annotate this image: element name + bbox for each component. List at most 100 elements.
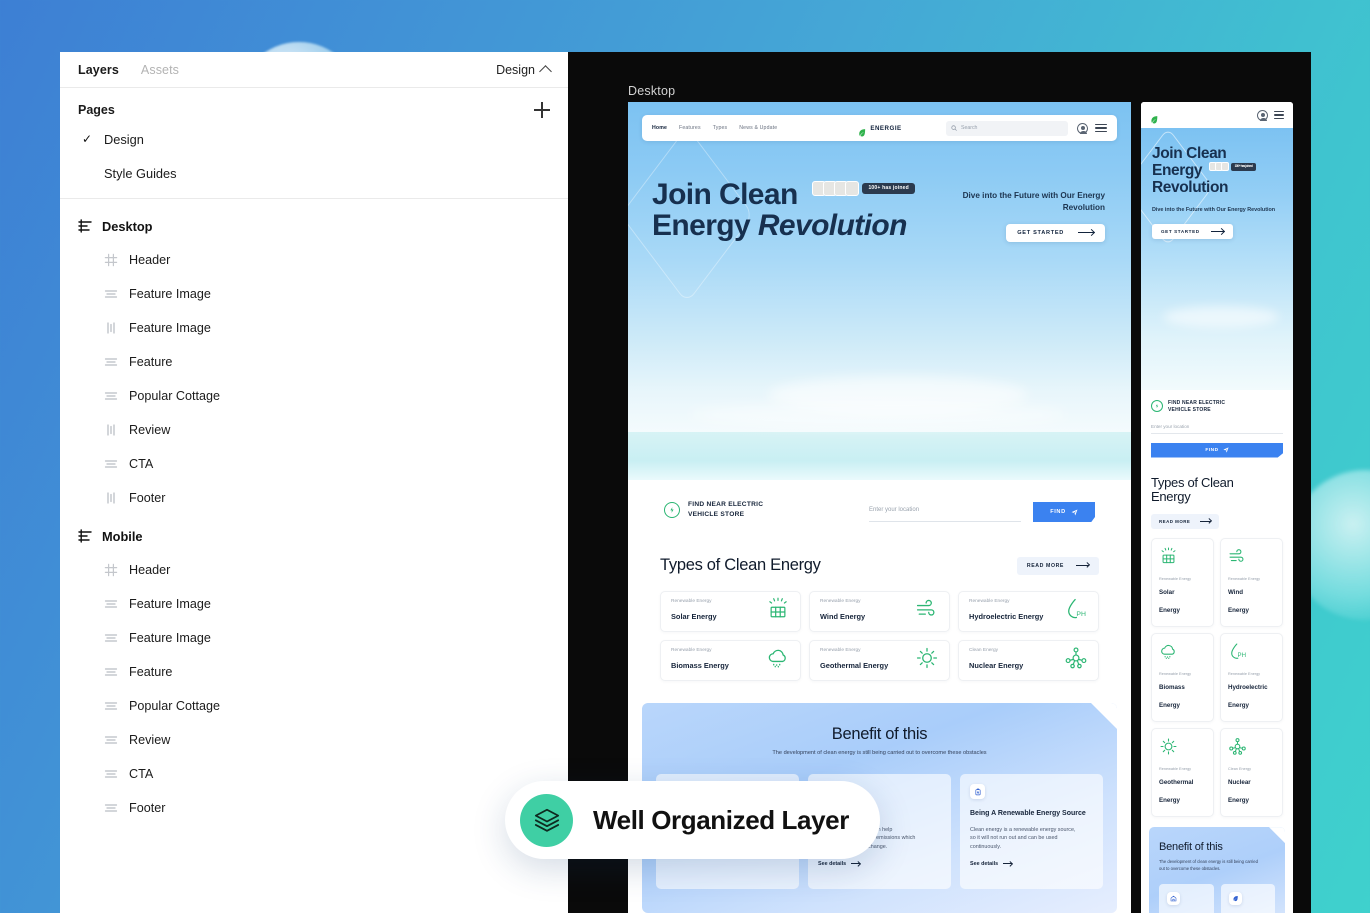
mobile-energy-card-biomass[interactable]: Renewable Energy Biomass Energy xyxy=(1151,633,1214,723)
hero-cloud-2 xyxy=(688,402,1068,428)
layer-item[interactable]: Popular Cottage xyxy=(78,379,550,413)
solar-panel-icon xyxy=(766,597,790,626)
paper-plane-icon xyxy=(1071,509,1078,515)
energy-card-nuclear[interactable]: Clean Energy Nuclear Energy xyxy=(958,640,1099,681)
find-button[interactable]: FIND xyxy=(1033,502,1095,522)
plus-icon[interactable] xyxy=(534,102,550,118)
layer-item[interactable]: Header xyxy=(78,553,550,587)
mobile-find-button[interactable]: FIND xyxy=(1151,442,1283,458)
card-kicker: Renewable Energy xyxy=(671,599,712,604)
layer-item[interactable]: Footer xyxy=(78,481,550,515)
hamburger-menu-icon[interactable] xyxy=(1095,122,1107,135)
energy-card-hydroelectric[interactable]: Renewable Energy Hydroelectric Energy PH xyxy=(958,591,1099,632)
hamburger-menu-icon[interactable] xyxy=(1274,109,1284,122)
page-item-design[interactable]: ✓ Design xyxy=(78,122,550,156)
benefit-heading: Benefit of this xyxy=(831,725,928,743)
layer-item[interactable]: Feature Image xyxy=(78,621,550,655)
find-store-section: FIND NEAR ELECTRIC VEHICLE STORE Enter y… xyxy=(628,480,1131,540)
layer-item[interactable]: Review xyxy=(78,723,550,757)
nav-link-news[interactable]: News & Update xyxy=(739,125,777,131)
mobile-find-section: FIND NEAR ELECTRIC VEHICLE STORE Enter y… xyxy=(1141,390,1293,470)
tab-assets[interactable]: Assets xyxy=(141,63,179,77)
location-input[interactable]: Enter your location xyxy=(869,498,1021,522)
layer-item[interactable]: Feature xyxy=(78,655,550,689)
benefit-card-3[interactable]: Being A Renewable Energy Source Clean en… xyxy=(960,774,1103,889)
mobile-benefit-card-1[interactable] xyxy=(1159,883,1214,913)
page-label: Style Guides xyxy=(104,165,177,181)
nav-link-types[interactable]: Types xyxy=(713,125,728,131)
layer-item[interactable]: Header xyxy=(78,243,550,277)
layer-label: Feature Image xyxy=(129,321,211,335)
mobile-energy-card-hydroelectric[interactable]: PH Renewable Energy Hydroelectric Energy xyxy=(1220,633,1283,723)
see-details-link[interactable]: See details xyxy=(818,861,941,867)
align-horizontal-icon xyxy=(104,457,118,471)
pages-section: Pages ✓ Design Style Guides xyxy=(60,88,568,199)
page-item-style-guides[interactable]: Style Guides xyxy=(78,156,550,190)
mobile-hero-section: Join Clean Energy 100+ has joined Revolu… xyxy=(1141,127,1293,390)
joined-count-badge: 100+ has joined xyxy=(862,182,915,195)
design-mode-label: Design xyxy=(496,62,535,77)
benefit-card-desc: Clean energy is a renewable energy sourc… xyxy=(970,826,1093,852)
mobile-get-started-button[interactable]: GET STARTED xyxy=(1152,224,1233,240)
hero-copy: Join Clean 100+ has joined Energy Revolu… xyxy=(652,179,915,242)
mobile-location-input[interactable]: Enter your location xyxy=(1151,424,1283,434)
svg-text:PH: PH xyxy=(1238,652,1246,659)
energy-card-biomass[interactable]: Renewable Energy Biomass Energy xyxy=(660,640,801,681)
mobile-hero-title-line3: Revolution xyxy=(1152,178,1229,196)
layer-item[interactable]: Popular Cottage xyxy=(78,689,550,723)
nav-link-home[interactable]: Home xyxy=(652,125,667,131)
layer-group-mobile[interactable]: Mobile xyxy=(78,519,550,553)
mobile-energy-card-solar[interactable]: Renewable Energy Solar Energy xyxy=(1151,538,1214,628)
get-started-button[interactable]: GET STARTED xyxy=(1006,223,1105,242)
layer-item[interactable]: CTA xyxy=(78,757,550,791)
see-details-link[interactable]: See details xyxy=(970,861,1093,867)
tab-layers[interactable]: Layers xyxy=(78,63,119,77)
mobile-energy-card-nuclear[interactable]: Clean Energy Nuclear Energy xyxy=(1220,728,1283,818)
mobile-nav-icons xyxy=(1257,109,1284,122)
align-vertical-icon xyxy=(104,321,118,335)
mobile-energy-card-geothermal[interactable]: Renewable Energy Geothermal Energy xyxy=(1151,728,1214,818)
mobile-benefit-subtitle: The development of clean energy is still… xyxy=(1159,859,1275,872)
layer-item[interactable]: Feature Image xyxy=(78,311,550,345)
layer-label: Review xyxy=(129,423,171,437)
mobile-read-more-button[interactable]: READ MORE xyxy=(1151,514,1220,530)
wind-icon xyxy=(1228,549,1247,570)
arrow-right-icon xyxy=(1078,232,1094,234)
energy-card-geothermal[interactable]: Renewable Energy Geothermal Energy xyxy=(809,640,950,681)
brand-logo[interactable]: ENERGIE xyxy=(857,124,901,136)
account-circle-icon[interactable] xyxy=(1077,122,1088,134)
energy-card-wind[interactable]: Renewable Energy Wind Energy xyxy=(809,591,950,632)
mobile-hero-copy: Join Clean Energy 100+ has joined Revolu… xyxy=(1152,145,1285,240)
read-more-button[interactable]: READ MORE xyxy=(1016,556,1099,575)
layer-group-desktop[interactable]: Desktop xyxy=(78,209,550,243)
panel-tab-bar: Layers Assets Design xyxy=(60,52,568,88)
card-title: Nuclear Energy xyxy=(969,661,1024,670)
layer-label: CTA xyxy=(129,767,154,781)
search-input[interactable]: Search xyxy=(946,120,1068,136)
account-circle-icon[interactable] xyxy=(1257,109,1268,121)
mobile-benefit-card-2[interactable] xyxy=(1220,883,1275,913)
hero-subtitle: Dive into the Future with Our Energy Rev… xyxy=(962,191,1105,212)
layer-item[interactable]: Feature Image xyxy=(78,277,550,311)
layer-item[interactable]: CTA xyxy=(78,447,550,481)
card-title: Hydroelectric Energy xyxy=(969,612,1044,621)
layer-item[interactable]: Review xyxy=(78,413,550,447)
design-mode-toggle[interactable]: Design xyxy=(496,62,552,78)
layer-group-label: Mobile xyxy=(102,528,143,544)
card-kicker: Renewable Energy xyxy=(969,599,1010,604)
layer-item[interactable]: Feature xyxy=(78,345,550,379)
title-line-1: Solar xyxy=(1159,589,1175,597)
card-text: Renewable Energy Solar Energy xyxy=(671,599,717,624)
subtitle-line-2: out to overcome these obstacles. xyxy=(1159,865,1221,871)
card-title: Biomass Energy xyxy=(1159,684,1185,709)
layer-item[interactable]: Footer xyxy=(78,791,550,825)
layer-item[interactable]: Feature Image xyxy=(78,587,550,621)
nav-links: Home Features Types News & Update xyxy=(652,125,777,131)
component-icon xyxy=(104,253,118,267)
layer-label: Feature xyxy=(129,355,173,369)
layer-label: Feature Image xyxy=(129,287,211,301)
title-line-1: Wind xyxy=(1228,589,1244,597)
mobile-energy-card-wind[interactable]: Renewable Energy Wind Energy xyxy=(1220,538,1283,628)
nav-link-features[interactable]: Features xyxy=(679,125,701,131)
energy-card-solar[interactable]: Renewable Energy Solar Energy xyxy=(660,591,801,632)
